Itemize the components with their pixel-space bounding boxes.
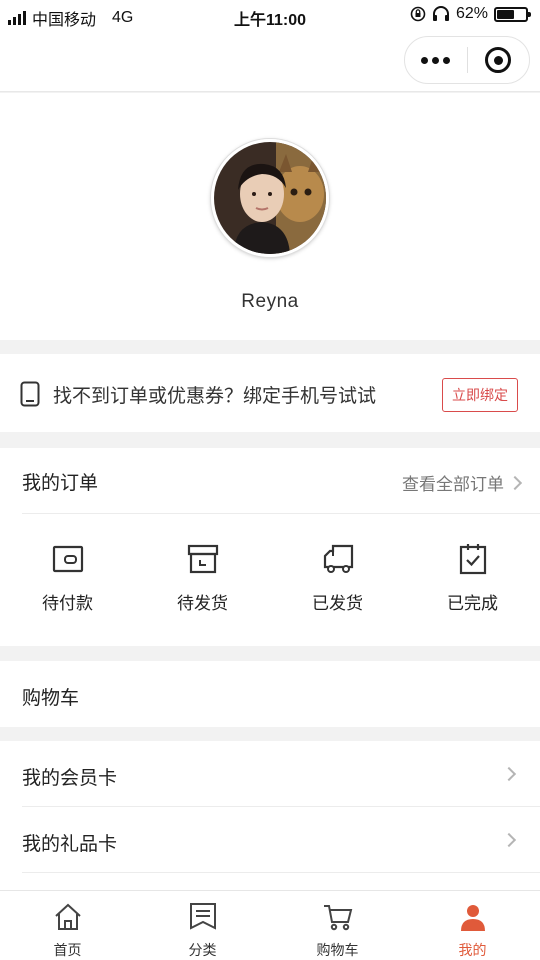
tab-bar: 首页 分类 购物车 我的	[0, 890, 540, 960]
menu-item-membership-card[interactable]: 我的会员卡	[22, 741, 540, 807]
truck-icon	[323, 544, 353, 573]
order-status-row: 待付款 待发货 已发货 已完成	[0, 542, 540, 622]
status-bar: 中国移动 4G 上午11:00 62%	[0, 0, 540, 32]
orders-title: 我的订单	[22, 473, 99, 494]
wallet-icon	[52, 545, 83, 573]
view-all-orders-label: 查看全部订单	[402, 475, 504, 494]
nav-bar	[0, 32, 540, 92]
chevron-right-icon	[507, 475, 523, 490]
battery-percent: 62%	[455, 5, 488, 22]
clipboard-check-icon	[459, 544, 486, 575]
battery-icon	[494, 6, 531, 22]
order-status-label: 已发货	[312, 594, 363, 613]
tab-label: 我的	[458, 942, 487, 958]
orientation-lock-icon	[410, 6, 426, 22]
order-status-shipped[interactable]: 已发货	[270, 542, 405, 622]
orders-header[interactable]: 我的订单 查看全部订单	[22, 448, 540, 514]
tab-label: 分类	[188, 942, 217, 958]
more-dots-icon[interactable]	[405, 56, 467, 64]
phone-icon	[20, 381, 40, 407]
target-circle-icon[interactable]	[467, 47, 529, 73]
tab-cart[interactable]: 购物车	[270, 891, 405, 960]
order-status-label: 已完成	[447, 594, 498, 613]
menu-item-label: 我的会员卡	[22, 768, 118, 789]
profile-section: Reyna	[0, 93, 540, 340]
order-status-label: 待付款	[42, 594, 93, 613]
category-icon	[189, 903, 216, 930]
order-status-label: 待发货	[177, 594, 228, 613]
cart-icon	[323, 905, 352, 931]
avatar[interactable]	[211, 139, 329, 257]
user-icon	[460, 905, 485, 931]
view-all-orders-link[interactable]: 查看全部订单	[402, 470, 523, 495]
chevron-right-icon	[501, 832, 517, 848]
bind-now-button[interactable]: 立即绑定	[442, 378, 518, 412]
chevron-right-icon	[501, 766, 517, 782]
tab-label: 购物车	[316, 942, 359, 958]
tab-category[interactable]: 分类	[135, 891, 270, 960]
home-icon	[54, 903, 81, 930]
tab-home[interactable]: 首页	[0, 891, 135, 960]
username: Reyna	[241, 291, 299, 312]
order-status-completed[interactable]: 已完成	[405, 542, 540, 622]
battery-fill	[497, 9, 515, 19]
order-status-pending-shipment[interactable]: 待发货	[135, 542, 270, 622]
cart-title: 购物车	[22, 688, 80, 709]
headphones-icon	[432, 6, 449, 21]
menu-capsule	[404, 36, 530, 84]
menu-item-label: 我的礼品卡	[22, 834, 118, 855]
cart-row[interactable]: 购物车	[0, 661, 540, 727]
status-right: 62%	[410, 5, 531, 23]
order-status-pending-payment[interactable]: 待付款	[0, 542, 135, 622]
bind-phone-banner: 找不到订单或优惠券？绑定手机号试试 立即绑定	[0, 354, 540, 432]
orders-section: 我的订单 查看全部订单 待付款 待发货 已发货 已完成	[0, 448, 540, 646]
menu-item-gift-card[interactable]: 我的礼品卡	[22, 807, 540, 873]
tab-label: 首页	[53, 942, 82, 958]
tab-mine[interactable]: 我的	[405, 891, 540, 960]
bind-phone-text: 找不到订单或优惠券？绑定手机号试试	[53, 386, 377, 407]
menu-list: 我的会员卡 我的礼品卡	[0, 741, 540, 891]
box-icon	[187, 544, 218, 574]
